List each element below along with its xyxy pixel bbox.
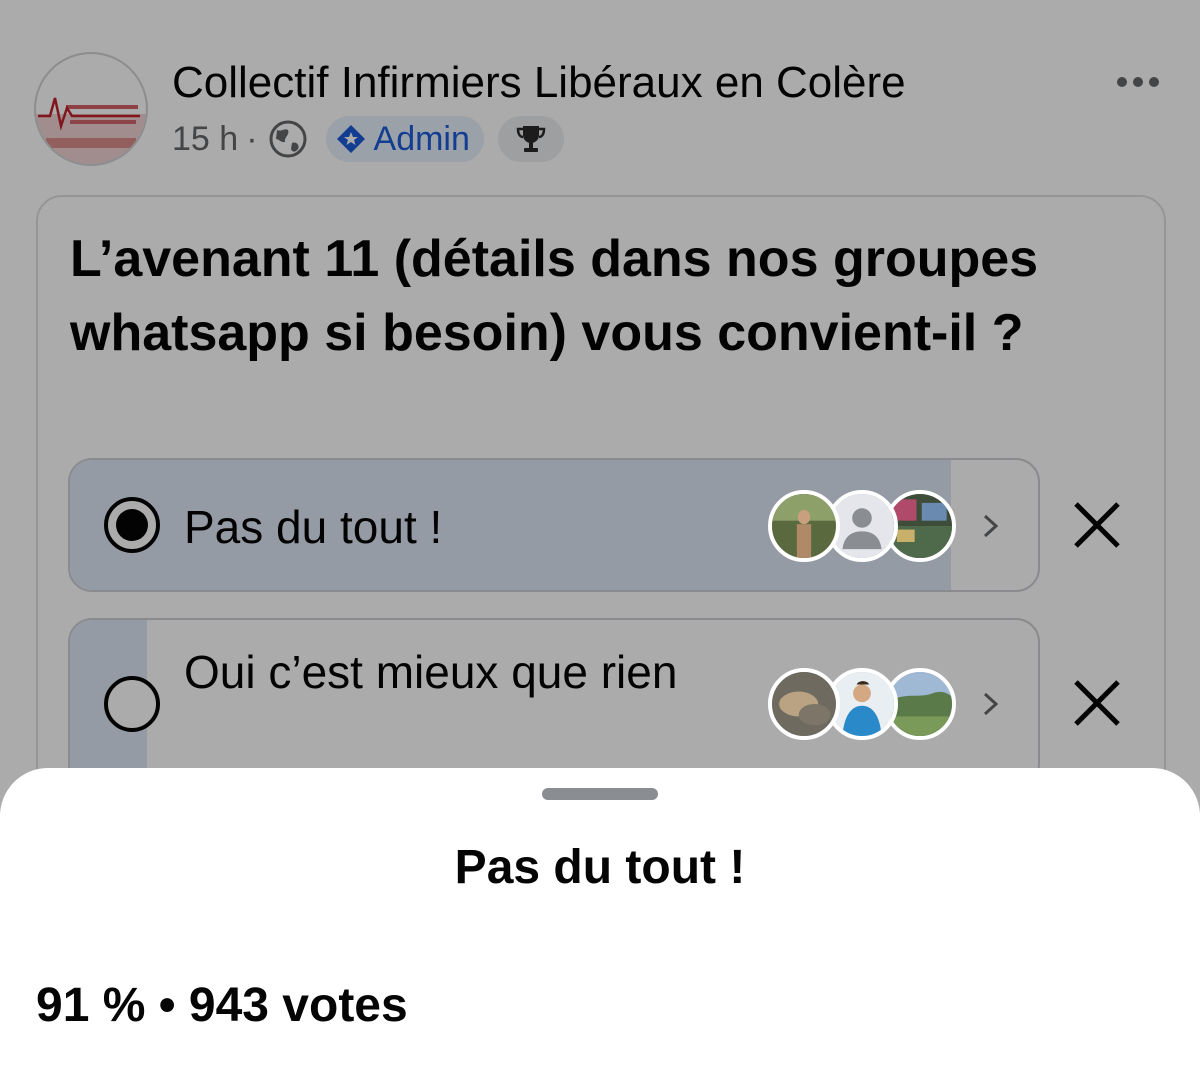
voter-avatars[interactable] [768,666,958,742]
sheet-grabber-handle[interactable] [542,788,658,800]
voter-avatar [768,490,840,562]
voter-avatars[interactable] [768,488,958,564]
vote-stats: 91 % • 943 votes [36,979,408,1032]
page: Collectif Infirmiers Libéraux en Colère … [0,0,1200,1071]
voter-avatar [768,668,840,740]
sheet-title: Pas du tout ! [454,841,746,894]
votes-bottom-sheet: Pas du tout ! 91 % • 943 votes [0,768,1200,1071]
